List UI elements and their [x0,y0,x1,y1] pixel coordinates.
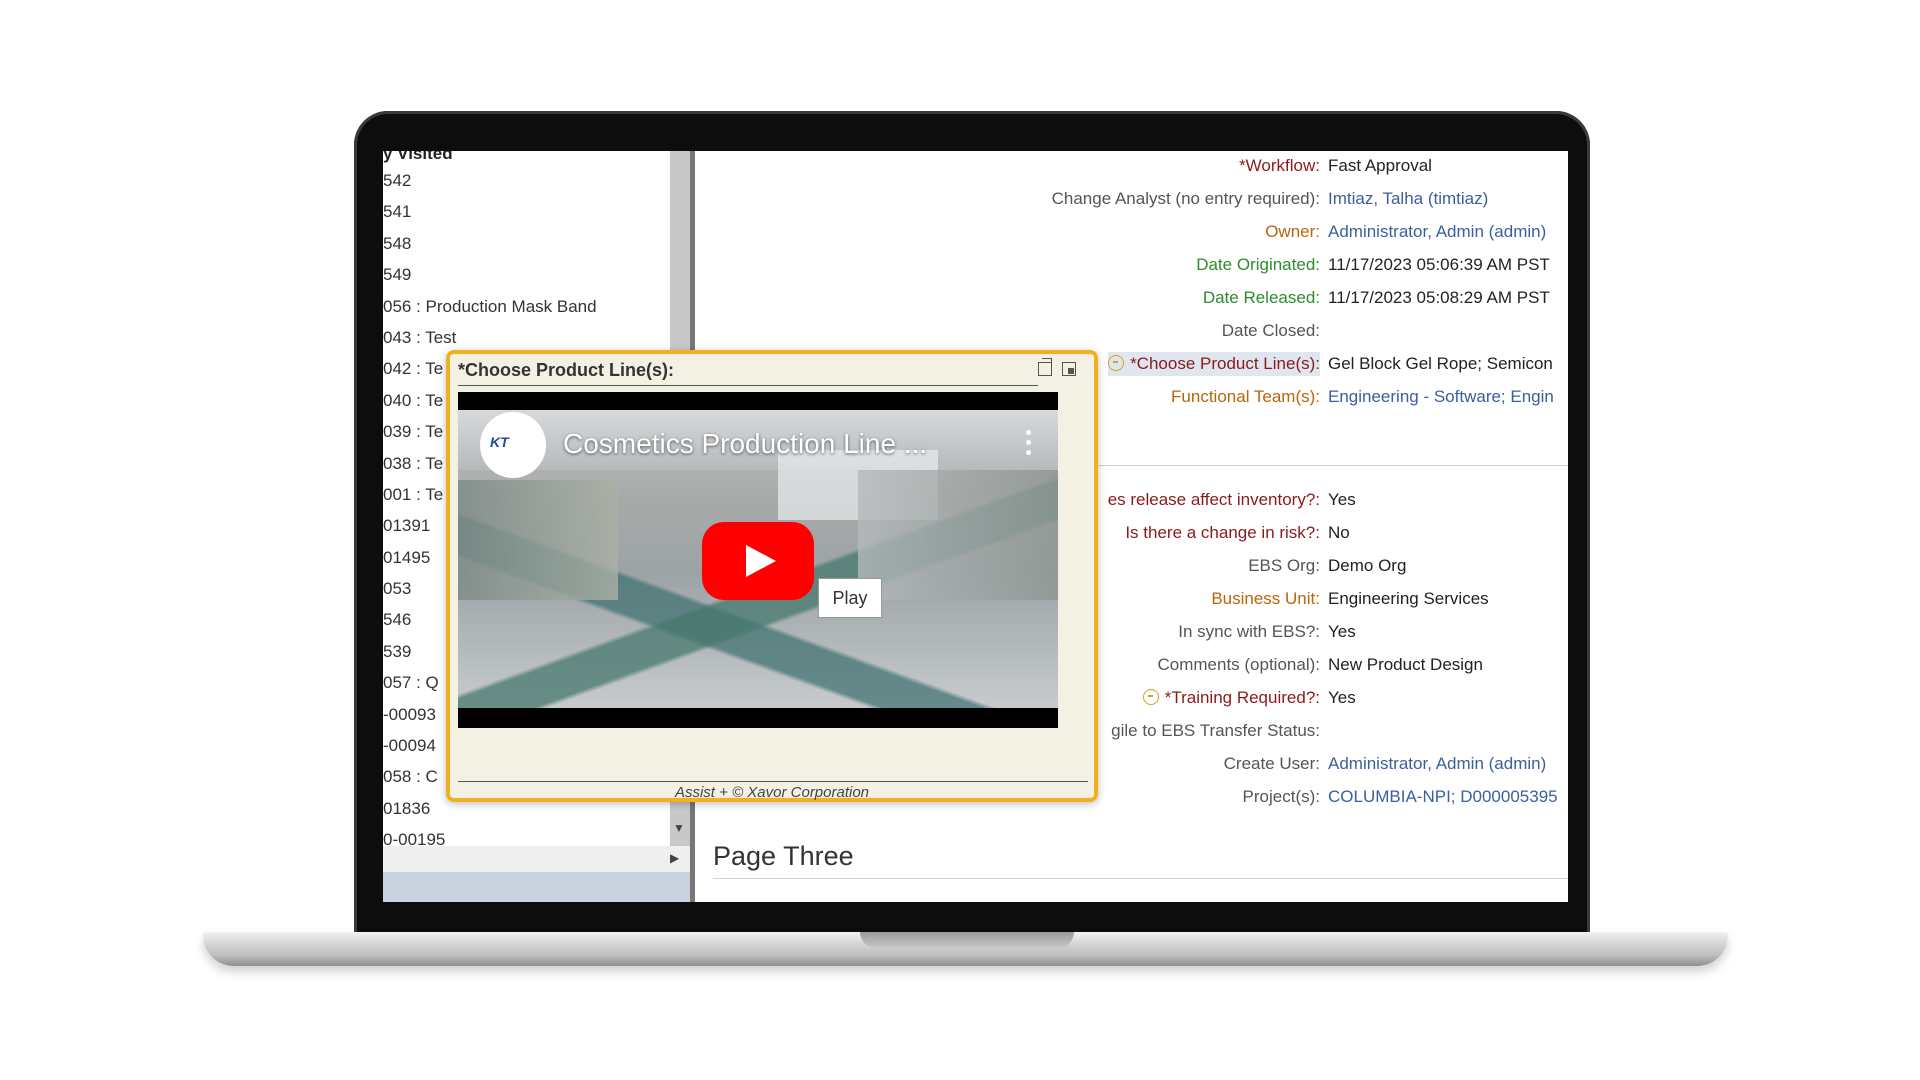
popup-footer-divider [458,781,1088,782]
field-value: Yes [1328,688,1356,707]
popup-title: *Choose Product Line(s): [458,360,675,380]
play-button-icon[interactable] [702,522,814,600]
user-link[interactable]: Administrator, Admin (admin) [1328,752,1546,776]
project-link[interactable]: COLUMBIA-NPI; D000005395 [1328,785,1558,809]
field-value: 11/17/2023 05:06:39 AM PST [1328,255,1550,274]
field-date-closed: Date Closed: [695,319,1568,352]
list-item[interactable]: 043 : Test [383,322,653,353]
section-title: Page Three [713,841,854,871]
recently-visited-heading: y Visited [383,151,453,163]
field-value: Yes [1328,490,1356,509]
list-item[interactable]: 548 [383,228,653,259]
left-panel-footer-bar [383,872,690,902]
field-label: Project(s): [1242,787,1320,806]
field-owner: Owner: Administrator, Admin (admin) [695,220,1568,253]
scroll-right-arrow-icon[interactable]: ▶ [670,851,679,865]
field-label: EBS Org: [1248,556,1320,575]
field-value: Gel Block Gel Rope; Semicon [1328,354,1553,373]
field-label-text: *Training Required?: [1164,688,1320,707]
field-value: No [1328,523,1350,542]
popup-title-divider [458,385,1038,386]
field-label: Comments (optional): [1157,655,1320,674]
field-change-analyst: Change Analyst (no entry required): Imti… [695,187,1568,220]
laptop-notch [860,932,1074,948]
user-link[interactable]: Administrator, Admin (admin) [1328,220,1546,244]
assist-bulb-icon[interactable] [1142,689,1159,705]
list-item[interactable]: 549 [383,259,653,290]
field-value: New Product Design [1328,655,1483,674]
list-item[interactable]: 541 [383,196,653,227]
field-value: Engineering Services [1328,589,1489,608]
restore-window-icon[interactable] [1038,358,1052,376]
video-thumbnail-shelf-left [458,480,618,600]
more-options-icon[interactable] [1026,430,1032,460]
field-label-text: *Choose Product Line(s): [1130,354,1320,373]
assist-bulb-icon[interactable] [1108,355,1125,371]
section-divider [713,878,1568,879]
field-label: In sync with EBS?: [1178,622,1320,641]
field-value: Fast Approval [1328,156,1432,175]
popup-footer: Assist + © Xavor Corporation [674,784,870,801]
field-label[interactable]: *Training Required?: [1142,686,1320,710]
scroll-down-arrow-icon[interactable]: ▼ [673,821,685,835]
field-label: Create User: [1223,754,1320,773]
field-label: Business Unit: [1211,589,1320,608]
field-label: *Workflow: [1239,156,1320,175]
video-title[interactable]: Cosmetics Production Line ... [563,428,927,460]
youtube-video-player[interactable]: Cosmetics Production Line ... Play [458,392,1058,728]
field-label: Change Analyst (no entry required): [1051,189,1320,208]
horizontal-scrollbar[interactable] [383,846,690,872]
field-label: gile to EBS Transfer Status: [1111,721,1320,740]
field-value: 11/17/2023 05:08:29 AM PST [1328,288,1550,307]
team-link[interactable]: Engineering - Software; Engin [1328,385,1554,409]
list-item[interactable]: 056 : Production Mask Band [383,291,653,322]
field-date-originated: Date Originated: 11/17/2023 05:06:39 AM … [695,253,1568,286]
dock-window-icon[interactable] [1062,362,1076,376]
field-label: Is there a change in risk?: [1125,523,1320,542]
field-label: Date Originated: [1196,255,1320,274]
field-label[interactable]: *Choose Product Line(s): [1108,352,1320,376]
field-value: Demo Org [1328,556,1407,575]
video-thumbnail-shelf-right [858,470,1058,600]
play-tooltip: Play [818,578,882,618]
field-label: Date Released: [1202,288,1320,307]
field-label: Functional Team(s): [1171,387,1320,406]
channel-logo-icon[interactable] [480,412,546,478]
field-value: Yes [1328,622,1356,641]
list-item[interactable]: 542 [383,165,653,196]
field-workflow: *Workflow: Fast Approval [695,154,1568,187]
assist-popup: *Choose Product Line(s): Cosmetics Produ… [446,350,1098,802]
field-date-released: Date Released: 11/17/2023 05:08:29 AM PS… [695,286,1568,319]
field-label: Owner: [1265,222,1320,241]
user-link[interactable]: Imtiaz, Talha (timtiaz) [1328,187,1488,211]
field-label: Date Closed: [1221,321,1320,340]
field-label: es release affect inventory?: [1107,490,1320,509]
